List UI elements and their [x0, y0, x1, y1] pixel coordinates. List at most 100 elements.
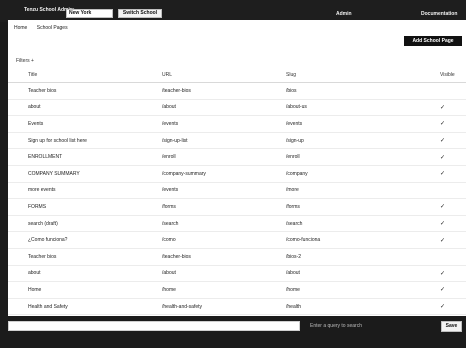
table-row[interactable]: FORMS/forms/forms ✓: [8, 198, 466, 216]
column-header-title[interactable]: Title: [8, 68, 162, 83]
table-header-row: Title URL Slug Visible: [8, 68, 466, 83]
cell-slug: /more: [286, 182, 394, 200]
cell-visible: ✓: [440, 281, 466, 299]
cell-title[interactable]: about: [8, 99, 162, 117]
cell-title[interactable]: search (draft): [8, 215, 162, 233]
cell-slug: /about-us: [286, 99, 394, 117]
cell-url: /about: [162, 265, 286, 283]
table-row[interactable]: Teacher bios/teacher-bios/bios: [8, 82, 466, 100]
cell-url: /about: [162, 99, 286, 117]
top-nav-bar: Tenzu School Admin: New York Switch Scho…: [0, 0, 466, 22]
cell-url: /forms: [162, 198, 286, 216]
cell-slug: /sign-up: [286, 132, 394, 150]
school-pages-table: Title URL Slug Visible Teacher bios/teac…: [8, 68, 466, 332]
cell-slug: /search: [286, 215, 394, 233]
query-hint: Enter a query to search: [310, 323, 362, 329]
cell-extra: [394, 231, 440, 249]
bottom-bar: Enter a query to search Save: [0, 316, 466, 348]
cell-slug: /bios: [286, 82, 394, 100]
cell-title[interactable]: Events: [8, 115, 162, 133]
cell-title[interactable]: ¿Como funciona?: [8, 231, 162, 249]
cell-url: /teacher-bios: [162, 82, 286, 100]
table-row[interactable]: about/about/about ✓: [8, 265, 466, 283]
table-row[interactable]: COMPANY SUMMARY/company-summary/company ✓: [8, 165, 466, 183]
table-row[interactable]: ENROLLMENT/enroll/enroll ✓: [8, 148, 466, 166]
table-row[interactable]: Teacher bios/teacher-bios/bios-2: [8, 248, 466, 266]
table-row[interactable]: ¿Como funciona?/como/como-funciona ✓: [8, 231, 466, 249]
cell-visible: ✓: [440, 99, 466, 117]
cell-slug: /como-funciona: [286, 231, 394, 249]
cell-url: /company-summary: [162, 165, 286, 183]
save-button[interactable]: Save: [441, 321, 462, 332]
cell-extra: [394, 298, 440, 316]
cell-visible: ✓: [440, 231, 466, 249]
cell-extra: [394, 99, 440, 117]
add-school-page-button[interactable]: Add School Page: [404, 36, 462, 46]
cell-visible: ✓: [440, 115, 466, 133]
documentation-link[interactable]: Documentation: [421, 11, 457, 17]
cell-extra: [394, 265, 440, 283]
cell-slug: /forms: [286, 198, 394, 216]
column-header-visible[interactable]: Visible: [440, 68, 466, 83]
cell-url: /search: [162, 215, 286, 233]
cell-extra: [394, 148, 440, 166]
cell-url: /events: [162, 182, 286, 200]
table-row[interactable]: more events/events/more: [8, 182, 466, 200]
cell-extra: [394, 281, 440, 299]
cell-slug: /company: [286, 165, 394, 183]
breadcrumb: Home School Pages: [14, 25, 76, 31]
admin-link[interactable]: Admin: [336, 11, 352, 17]
cell-extra: [394, 115, 440, 133]
cell-title[interactable]: ENROLLMENT: [8, 148, 162, 166]
breadcrumb-school-pages[interactable]: School Pages: [37, 25, 68, 31]
cell-title[interactable]: Sign up for school list here: [8, 132, 162, 150]
cell-slug: /bios-2: [286, 248, 394, 266]
cell-title[interactable]: Health and Safety: [8, 298, 162, 316]
table-row[interactable]: search (draft)/search/search ✓: [8, 215, 466, 233]
cell-visible: ✓: [440, 148, 466, 166]
cell-slug: /enroll: [286, 148, 394, 166]
switch-school-button[interactable]: Switch School: [118, 9, 162, 18]
cell-url: /events: [162, 115, 286, 133]
breadcrumb-home[interactable]: Home: [14, 25, 27, 31]
cell-title[interactable]: Home: [8, 281, 162, 299]
table-row[interactable]: Health and Safety/health-and-safety/heal…: [8, 298, 466, 316]
cell-visible: ✓: [440, 298, 466, 316]
column-header-slug[interactable]: Slug: [286, 68, 394, 83]
cell-url: /sign-up-list: [162, 132, 286, 150]
cell-slug: /home: [286, 281, 394, 299]
cell-visible: [440, 82, 466, 100]
cell-visible: ✓: [440, 198, 466, 216]
cell-extra: [394, 165, 440, 183]
column-header-extra[interactable]: [394, 68, 440, 83]
cell-title[interactable]: about: [8, 265, 162, 283]
cell-visible: [440, 182, 466, 200]
cell-title[interactable]: FORMS: [8, 198, 162, 216]
cell-title[interactable]: COMPANY SUMMARY: [8, 165, 162, 183]
cell-slug: /health: [286, 298, 394, 316]
table-row[interactable]: Events/events/events ✓: [8, 115, 466, 133]
query-input[interactable]: [8, 321, 300, 331]
cell-visible: ✓: [440, 265, 466, 283]
cell-url: /como: [162, 231, 286, 249]
filters-toggle[interactable]: Filters +: [16, 58, 34, 64]
cell-visible: [440, 248, 466, 266]
cell-slug: /about: [286, 265, 394, 283]
cell-extra: [394, 215, 440, 233]
content-panel: Home School Pages Add School Page Filter…: [8, 20, 466, 332]
table-row[interactable]: Home/home/home ✓: [8, 281, 466, 299]
cell-extra: [394, 248, 440, 266]
table-row[interactable]: about/about/about-us ✓: [8, 99, 466, 117]
cell-slug: /events: [286, 115, 394, 133]
table-row[interactable]: Sign up for school list here/sign-up-lis…: [8, 132, 466, 150]
cell-extra: [394, 132, 440, 150]
cell-extra: [394, 198, 440, 216]
cell-visible: ✓: [440, 132, 466, 150]
cell-extra: [394, 82, 440, 100]
column-header-url[interactable]: URL: [162, 68, 286, 83]
cell-title[interactable]: more events: [8, 182, 162, 200]
cell-visible: ✓: [440, 215, 466, 233]
cell-title[interactable]: Teacher bios: [8, 248, 162, 266]
school-selector-input[interactable]: New York: [66, 9, 113, 18]
cell-title[interactable]: Teacher bios: [8, 82, 162, 100]
